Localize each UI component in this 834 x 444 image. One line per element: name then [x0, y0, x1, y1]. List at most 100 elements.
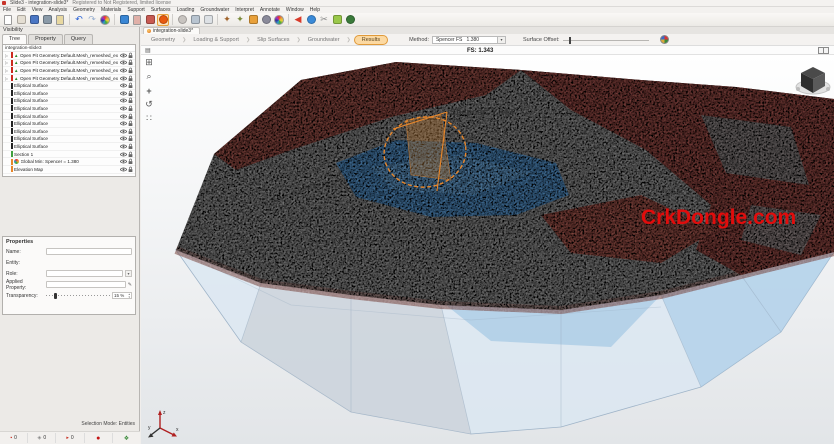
tree-row[interactable]: Elliptical Surface — [3, 120, 135, 128]
transparency-slider-handle[interactable] — [54, 293, 57, 299]
tree-row[interactable]: Elliptical Surface — [3, 136, 135, 144]
method-dropdown-arrow-icon[interactable]: ▾ — [498, 36, 506, 44]
expand-arrow-icon[interactable]: ▷ — [5, 53, 9, 58]
new-document-icon[interactable] — [2, 14, 14, 26]
workflow-step-loading-support[interactable]: Loading & Support — [189, 36, 243, 44]
tree-row[interactable]: Global Min: Spencer = 1.380 — [3, 158, 135, 166]
eye-icon[interactable] — [120, 68, 127, 73]
workflow-step-groundwater[interactable]: Groundwater — [304, 36, 344, 44]
zoom-icon[interactable]: ⌕ — [143, 71, 155, 82]
lock-icon[interactable] — [128, 90, 133, 97]
lock-icon[interactable] — [128, 97, 133, 104]
edit-property-icon[interactable]: ✎ — [128, 282, 132, 288]
eye-icon[interactable] — [120, 136, 127, 141]
surface-offset-slider[interactable] — [563, 36, 649, 44]
pan-icon[interactable]: + — [143, 85, 155, 96]
gray-sphere-icon[interactable] — [176, 14, 188, 26]
navigation-cube[interactable] — [794, 61, 832, 103]
interpret-sphere-icon[interactable] — [273, 14, 285, 26]
save-icon[interactable] — [28, 14, 40, 26]
tree-row[interactable]: Elliptical Surface — [3, 98, 135, 106]
tree-row[interactable]: ▷▲Open Pit Geometry:Default.Mesh_remeshe… — [3, 67, 135, 75]
tab-query[interactable]: Query — [64, 34, 93, 44]
tree-row[interactable]: Elevation Map — [3, 166, 135, 174]
measure-icon[interactable]: ✂ — [318, 14, 330, 26]
lock-icon[interactable] — [128, 105, 133, 112]
checker-icon[interactable] — [331, 14, 343, 26]
eye-icon[interactable] — [120, 144, 127, 149]
tree-row[interactable]: ▷▲Open Pit Geometry:Default.Mesh_remeshe… — [3, 52, 135, 60]
display-options-icon[interactable] — [118, 14, 130, 26]
lock-icon[interactable] — [128, 67, 133, 74]
role-dropdown-arrow-icon[interactable]: ▾ — [125, 270, 132, 277]
copy-protect-icon[interactable] — [189, 14, 201, 26]
annotate-wedge-icon[interactable]: ◀ — [292, 14, 304, 26]
eye-icon[interactable] — [120, 91, 127, 96]
more-tools-icon[interactable]: ∷ — [143, 113, 155, 124]
rotate-icon[interactable]: ↺ — [143, 99, 155, 110]
tree-row[interactable]: Section 1 — [3, 151, 135, 159]
eye-icon[interactable] — [120, 159, 127, 164]
import-image-icon[interactable] — [54, 14, 66, 26]
eye-icon[interactable] — [120, 167, 127, 172]
tree-row[interactable]: ▷▲Open Pit Geometry:Default.Mesh_remeshe… — [3, 75, 135, 83]
eye-icon[interactable] — [120, 129, 127, 134]
lock-icon[interactable] — [128, 113, 133, 120]
name-input[interactable] — [46, 248, 132, 255]
page-grid-icon[interactable] — [15, 14, 27, 26]
green-sphere-icon[interactable] — [344, 14, 356, 26]
colored-sphere-icon[interactable] — [660, 35, 669, 44]
lock-icon[interactable] — [128, 158, 133, 165]
eye-icon[interactable] — [120, 98, 127, 103]
slope-model[interactable]: Spencer: 1.343 CrkDongle.com — [141, 55, 834, 444]
tree-row[interactable]: Elliptical Surface — [3, 128, 135, 136]
redo-icon[interactable]: ↷ — [86, 14, 98, 26]
workflow-step-results[interactable]: Results — [354, 35, 388, 45]
groundwater-icon[interactable] — [260, 14, 272, 26]
support-hand-icon[interactable]: ✦ — [221, 14, 233, 26]
surface-offset-handle[interactable] — [569, 37, 572, 44]
red-grid-icon[interactable] — [144, 14, 156, 26]
print-icon[interactable] — [41, 14, 53, 26]
lock-icon[interactable] — [128, 120, 133, 127]
compute-icon[interactable] — [157, 14, 169, 26]
workflow-step-geometry[interactable]: Geometry — [147, 36, 179, 44]
eye-icon[interactable] — [120, 152, 127, 157]
tree-row[interactable]: Elliptical Surface — [3, 90, 135, 98]
transparency-spinner[interactable]: 15 % ▴▾ — [112, 292, 132, 299]
eye-icon[interactable] — [120, 83, 127, 88]
tree-row[interactable]: Elliptical Surface — [3, 82, 135, 90]
lock-icon[interactable] — [128, 75, 133, 82]
document-tab[interactable]: integration-slide3* — [143, 27, 200, 34]
applied-property-dropdown[interactable] — [46, 281, 126, 288]
tree-root[interactable]: integration-slide3 — [3, 45, 135, 52]
report-icon[interactable]: ▤ — [145, 47, 151, 54]
tree-row[interactable]: Elliptical Surface — [3, 143, 135, 151]
tree-row[interactable]: Elliptical Surface — [3, 113, 135, 121]
undo-icon[interactable]: ↶ — [73, 14, 85, 26]
loading-book-icon[interactable] — [247, 14, 259, 26]
role-dropdown[interactable] — [46, 270, 123, 277]
3d-viewport[interactable]: ⊞ ⌕ + ↺ ∷ z x y — [141, 55, 834, 444]
zoom-extents-icon[interactable]: ⊞ — [143, 57, 155, 68]
method-dropdown[interactable]: Spencer FS 1.380 ▾ — [432, 36, 506, 44]
lock-icon[interactable] — [128, 151, 133, 158]
globe-icon[interactable] — [305, 14, 317, 26]
workflow-step-slip-surfaces[interactable]: Slip Surfaces — [253, 36, 293, 44]
record-indicator[interactable]: ● — [85, 433, 113, 443]
eye-icon[interactable] — [120, 60, 127, 65]
transparency-slider[interactable] — [46, 292, 110, 299]
eye-icon[interactable] — [120, 106, 127, 111]
lock-icon[interactable] — [128, 135, 133, 142]
lock-icon[interactable] — [128, 82, 133, 89]
lock-icon[interactable] — [128, 143, 133, 150]
expand-arrow-icon[interactable]: ▷ — [5, 76, 9, 81]
eye-icon[interactable] — [120, 53, 127, 58]
snapshot-indicator[interactable]: ❖ — [113, 433, 140, 443]
select-window-icon[interactable] — [202, 14, 214, 26]
spinner-arrows-icon[interactable]: ▴▾ — [128, 293, 130, 298]
eye-icon[interactable] — [120, 121, 127, 126]
tree-row[interactable]: Elliptical Surface — [3, 105, 135, 113]
color-wheel-icon[interactable] — [99, 14, 111, 26]
view-layout-icon[interactable] — [818, 47, 829, 54]
